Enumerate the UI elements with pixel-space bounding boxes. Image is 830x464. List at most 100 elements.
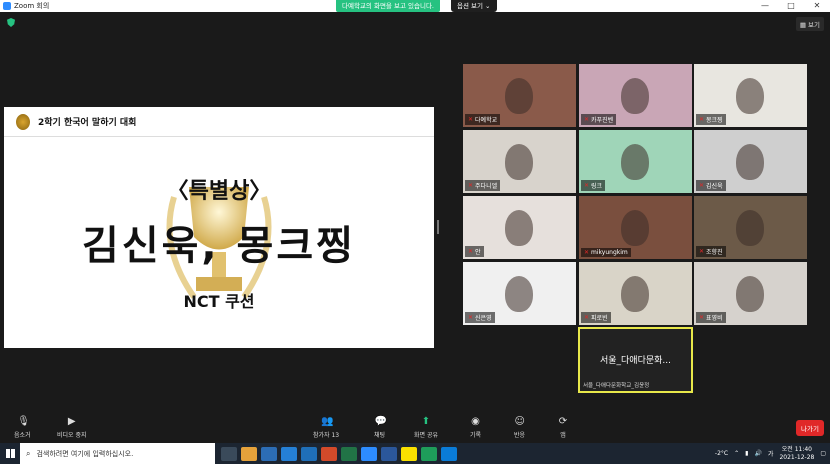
participant-tile[interactable]: ✕ 안 xyxy=(463,196,576,259)
participant-tile[interactable]: ✕ 다예학교 xyxy=(463,64,576,127)
share-screen-icon: ⬆ xyxy=(421,416,431,427)
notification-icon[interactable]: ▢ xyxy=(820,450,826,457)
view-options-button[interactable]: 옵션 보기 ⌄ xyxy=(451,0,497,12)
kakaotalk-icon[interactable] xyxy=(401,446,417,461)
muted-mic-icon: ✕ xyxy=(468,182,474,189)
participant-name: ✕ 주다니엘 xyxy=(465,180,501,191)
participant-name: ✕ 표영비 xyxy=(696,312,726,323)
muted-mic-icon: ✕ xyxy=(584,116,590,123)
participant-name: ✕ 몽크찡 xyxy=(696,114,726,125)
participant-video xyxy=(736,210,764,246)
winner-names: 김신욱, 몽크찡 xyxy=(82,223,356,269)
participant-video xyxy=(736,78,764,114)
chat-label: 채팅 xyxy=(374,432,386,439)
participant-video xyxy=(621,78,649,114)
system-tray: -2°C ⌃ ▮ 🔊 가 오전 11:40 2021-12-28 ▢ xyxy=(715,443,826,464)
zoom-taskbar-icon[interactable] xyxy=(361,446,377,461)
leave-button[interactable]: 나가기 xyxy=(796,420,824,436)
participant-name-label: 주다니엘 xyxy=(475,183,498,190)
share-banner: 다예학교의 화면을 보고 있습니다. xyxy=(336,0,440,12)
participant-tile[interactable]: ✕ 김신욱 xyxy=(694,130,807,193)
participant-tile[interactable]: ✕ 주다니엘 xyxy=(463,130,576,193)
start-button[interactable] xyxy=(0,443,20,464)
chat-button[interactable]: 💬 채팅 xyxy=(374,416,387,440)
file-explorer-icon[interactable] xyxy=(241,446,257,461)
view-button[interactable]: ▦ 보기 xyxy=(795,17,824,31)
window-controls: — □ ✕ xyxy=(752,0,830,12)
participant-video xyxy=(505,276,533,312)
muted-mic-icon: ✕ xyxy=(468,116,474,123)
app-icon[interactable] xyxy=(421,446,437,461)
chrome-icon[interactable] xyxy=(261,446,277,461)
mute-button[interactable]: 🎙 음소거 xyxy=(14,417,31,440)
share-screen-button[interactable]: ⬆ 화면 공유 xyxy=(414,416,438,440)
participant-tile[interactable]: ✕ 카푸진벤 xyxy=(579,64,692,127)
reactions-icon: ☺ xyxy=(514,416,525,427)
record-icon: ◉ xyxy=(471,416,480,427)
excel-icon[interactable] xyxy=(341,446,357,461)
meeting-controls: 🎙 음소거 ▶ 비디오 중지 👥 참가자 13 💬 채팅 ⬆ 화면 공유 ◉ 기록 ☺ 반응 … xyxy=(0,413,830,443)
zoom-window: Zoom 회의 — □ ✕ 다예학교의 화면을 보고 있습니다. 옵션 보기 ⌄… xyxy=(0,0,830,464)
apps-button[interactable]: ⟳ 앱 xyxy=(558,417,568,440)
search-placeholder: 검색하려면 여기에 입력하십시오. xyxy=(36,449,134,458)
participant-name-label: 다예학교 xyxy=(475,117,498,124)
participant-name-label: mikyungkim xyxy=(591,249,628,256)
trophy-icon xyxy=(16,113,30,130)
participant-name-label: 카푸진벤 xyxy=(591,117,614,124)
store-icon[interactable] xyxy=(301,446,317,461)
participant-tile[interactable]: ✕ 조향진 xyxy=(694,196,807,259)
muted-mic-icon: ✕ xyxy=(584,182,590,189)
powerpoint-icon[interactable] xyxy=(321,446,337,461)
participant-video xyxy=(621,210,649,246)
taskbar-search[interactable]: ⌕ 검색하려면 여기에 입력하십시오. xyxy=(20,443,215,464)
clock[interactable]: 오전 11:40 2021-12-28 xyxy=(779,446,814,462)
close-button[interactable]: ✕ xyxy=(804,0,830,12)
weather-text[interactable]: -2°C xyxy=(715,450,728,457)
participant-tile[interactable]: ✕ 링크 xyxy=(579,130,692,193)
search-icon: ⌕ xyxy=(26,448,31,458)
video-camera-icon: ▶ xyxy=(67,416,76,427)
browser-icon[interactable] xyxy=(441,446,457,461)
slide-header-title: 2학기 한국어 말하기 대회 xyxy=(38,118,137,128)
maximize-button[interactable]: □ xyxy=(778,0,804,12)
split-resize-handle[interactable] xyxy=(437,220,439,234)
participant-name: ✕ 카푸진벤 xyxy=(581,114,617,125)
participant-name-label: 링크 xyxy=(591,183,603,190)
tray-expand-icon[interactable]: ⌃ xyxy=(734,450,739,457)
ime-indicator[interactable]: 가 xyxy=(768,449,774,458)
slide-header: 2학기 한국어 말하기 대회 xyxy=(4,107,434,137)
word-icon[interactable] xyxy=(381,446,397,461)
task-view-icon[interactable] xyxy=(221,446,237,461)
participant-name-label: 안 xyxy=(475,249,481,256)
participant-video xyxy=(505,78,533,114)
participant-tile[interactable]: ✕ 몽크찡 xyxy=(694,64,807,127)
muted-mic-icon: ✕ xyxy=(699,182,705,189)
participants-icon: 👥 xyxy=(321,416,334,427)
stop-video-button[interactable]: ▶ 비디오 중지 xyxy=(57,416,87,440)
reactions-button[interactable]: ☺ 반응 xyxy=(514,416,525,440)
participants-button[interactable]: 👥 참가자 13 xyxy=(313,416,340,440)
participant-video xyxy=(505,144,533,180)
participant-name: ✕ 안 xyxy=(465,246,484,257)
minimize-button[interactable]: — xyxy=(752,0,778,12)
participant-tile[interactable]: ✕ 피로빈 xyxy=(579,262,692,325)
active-speaker-name: 서울_다애다문화학교_김윤정 xyxy=(583,383,650,389)
muted-mic-icon: ✕ xyxy=(699,314,705,321)
participant-tile[interactable]: ✕ 표영비 xyxy=(694,262,807,325)
volume-icon[interactable]: 🔊 xyxy=(754,450,761,457)
participant-name-label: 표영비 xyxy=(706,315,723,322)
security-shield-icon[interactable] xyxy=(7,18,15,27)
active-speaker-tile[interactable]: 서울_다애다문화... 서울_다애다문화학교_김윤정 xyxy=(578,327,693,393)
chat-icon: 💬 xyxy=(374,416,387,427)
grid-icon: ▦ xyxy=(799,21,809,29)
participant-video xyxy=(621,276,649,312)
record-button[interactable]: ◉ 기록 xyxy=(470,416,481,440)
participant-tile[interactable]: ✕ 신은영 xyxy=(463,262,576,325)
muted-mic-icon: ✕ xyxy=(468,314,474,321)
participants-count: 13 xyxy=(331,432,340,439)
participant-video xyxy=(505,210,533,246)
participant-name: ✕ 링크 xyxy=(581,180,606,191)
edge-icon[interactable] xyxy=(281,446,297,461)
participant-tile[interactable]: ✕ mikyungkim xyxy=(579,196,692,259)
network-icon[interactable]: ▮ xyxy=(745,450,748,457)
